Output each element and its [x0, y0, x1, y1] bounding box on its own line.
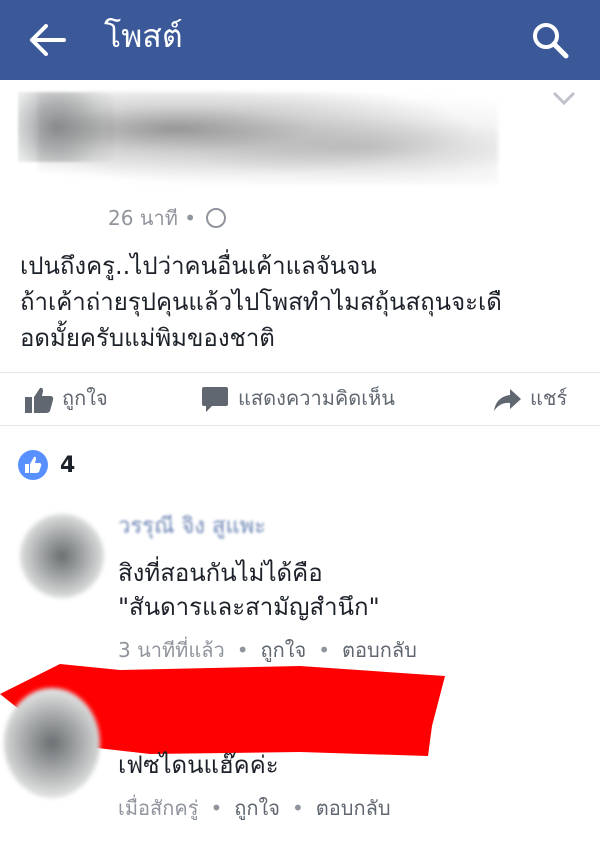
separator-dot: •	[210, 796, 223, 820]
arrow-left-icon[interactable]	[28, 22, 68, 58]
thumbs-up-icon	[25, 387, 54, 413]
share-button[interactable]: แชร์	[492, 381, 567, 415]
comment-like-link[interactable]: ถูกใจ	[234, 796, 280, 820]
comment-meta: เมื่อสักครู่ • ถูกใจ • ตอบกลับ	[118, 794, 391, 822]
comment-button[interactable]: แสดงความคิดเห็น	[200, 381, 395, 415]
comment-icon	[202, 386, 228, 412]
reaction-summary[interactable]: 4	[18, 450, 75, 482]
like-button[interactable]: ถูกใจ	[24, 381, 108, 415]
comment-label: แสดงความคิดเห็น	[238, 386, 395, 410]
post-meta: 26 นาที •	[108, 204, 227, 232]
share-icon	[494, 388, 521, 411]
page-title: โพสต์	[104, 17, 183, 55]
separator-dot: •	[291, 796, 304, 820]
post-text-line: อดมั้ยครับแม่พิมของชาติ	[20, 324, 275, 352]
share-label: แชร์	[530, 386, 568, 410]
comment-text-line: สิงที่สอนกันไม่ได้คือ	[118, 559, 323, 587]
globe-icon	[206, 207, 227, 228]
top-app-bar: โพสต์	[0, 0, 600, 80]
like-reaction-icon	[18, 450, 48, 480]
post-text-line: ถ้าเค้าถ่ายรุปคุนแล้วไปโพสทำไมสถุ้นสถุนจ…	[20, 288, 502, 316]
search-icon[interactable]	[528, 18, 572, 62]
comment-reply-link[interactable]: ตอบกลับ	[316, 796, 391, 820]
commenter-avatar[interactable]	[4, 688, 100, 798]
comment-text-line: "สันดารและสามัญสำนึก"	[118, 593, 380, 621]
post-actions-bar: ถูกใจ แสดงความคิดเห็น แชร์	[0, 372, 600, 426]
comment-text: เฟซไดนแฮ๊คค่ะ	[118, 748, 279, 782]
commenter-name[interactable]: วรรุณี จิง สูแพะ	[118, 512, 266, 542]
like-label: ถูกใจ	[62, 386, 108, 410]
author-name-redacted	[38, 92, 498, 184]
comment-text: สิงที่สอนกันไม่ได้คือ "สันดารและสามัญสำน…	[118, 556, 380, 624]
post-text-line: เปนถึงครู..ไปว่าคนอื่นเค้าแลจันจน	[20, 252, 377, 280]
commenter-avatar[interactable]	[20, 514, 104, 598]
post-text: เปนถึงครู..ไปว่าคนอื่นเค้าแลจันจน ถ้าเค้…	[20, 248, 590, 356]
chevron-down-icon[interactable]	[552, 90, 576, 106]
comment-time: เมื่อสักครู่	[118, 796, 199, 820]
reaction-count: 4	[60, 452, 76, 478]
comment-text-line: เฟซไดนแฮ๊คค่ะ	[118, 751, 279, 779]
post-time[interactable]: 26 นาที •	[108, 206, 196, 230]
